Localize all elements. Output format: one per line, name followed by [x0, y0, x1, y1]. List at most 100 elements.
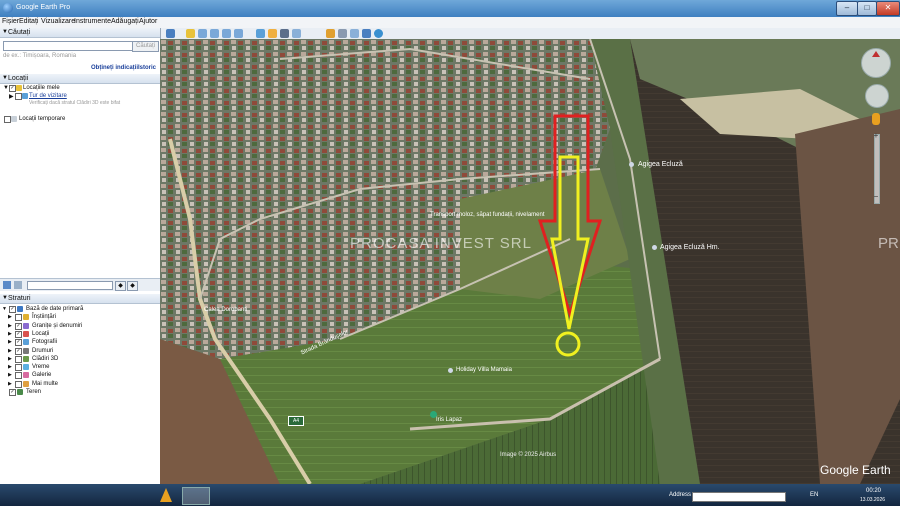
place-marker-icon[interactable]	[652, 245, 657, 250]
place-marker-icon[interactable]	[430, 411, 437, 418]
expand-icon[interactable]: ▼	[2, 306, 7, 312]
layer-checkbox[interactable]: ✓	[15, 322, 22, 330]
move-up-icon[interactable]: ◆	[115, 281, 126, 291]
history-link[interactable]: Istoric	[138, 65, 156, 71]
pan-control[interactable]	[865, 84, 889, 108]
places-header[interactable]: ▼ Locații	[0, 74, 160, 84]
street-view-pegman-icon[interactable]	[872, 113, 880, 125]
layer-checkbox[interactable]: ✓	[9, 389, 16, 396]
layer-label[interactable]: Bază de date primară	[26, 306, 83, 312]
temporary-places-label[interactable]: Locații temporare	[19, 116, 65, 122]
expand-icon[interactable]: ▶	[8, 331, 12, 337]
layer-label[interactable]: Galerie	[32, 372, 51, 378]
layer-checkbox[interactable]	[15, 355, 22, 363]
email-icon[interactable]	[326, 29, 335, 38]
layer-label[interactable]: Teren	[26, 389, 41, 395]
compass-control[interactable]	[861, 48, 891, 78]
menu-file[interactable]: Fișier	[2, 18, 19, 25]
menu-help[interactable]: Ajutor	[139, 18, 157, 25]
polygon-icon[interactable]	[198, 29, 207, 38]
layer-checkbox[interactable]: ✓	[15, 347, 22, 355]
layer-label[interactable]: Granițe și denumiri	[32, 323, 82, 329]
label-agigea-ecluza-hm[interactable]: Agigea Ecluză Hm.	[660, 244, 720, 251]
layer-checkbox[interactable]	[15, 372, 22, 380]
expand-icon[interactable]: ▶	[8, 381, 12, 387]
label-transport[interactable]: Transport moloz, săpat fundații, nivelam…	[430, 212, 545, 218]
maximize-button[interactable]: □	[857, 1, 877, 16]
layer-label[interactable]: Locații	[32, 331, 49, 337]
satellite-imagery[interactable]	[160, 39, 900, 484]
tour-link[interactable]: Tur de vizitare	[29, 93, 67, 99]
planet-icon[interactable]	[280, 29, 289, 38]
minimize-button[interactable]: –	[836, 1, 858, 16]
layer-checkbox[interactable]: ✓	[15, 339, 22, 347]
sidebar-toggle-icon[interactable]	[166, 29, 175, 38]
clock-time[interactable]: 00:20	[866, 488, 881, 494]
layer-label[interactable]: Clădiri 3D	[32, 356, 58, 362]
expand-icon[interactable]: ▶	[8, 339, 12, 345]
expand-icon[interactable]: ▶	[8, 372, 12, 378]
search-button[interactable]: Căutați	[132, 41, 159, 52]
place-marker-icon[interactable]	[629, 162, 634, 167]
my-places-checkbox[interactable]: ✓	[9, 85, 16, 92]
menu-add[interactable]: Adăugați	[111, 18, 139, 25]
search-hint: de ex.: Timișoara, Romania	[3, 53, 77, 59]
layer-checkbox[interactable]	[15, 364, 22, 372]
menu-tools[interactable]: Instrumente	[74, 18, 111, 25]
save-image-icon[interactable]	[350, 29, 359, 38]
ruler-icon[interactable]	[292, 29, 301, 38]
layer-checkbox[interactable]: ✓	[9, 306, 16, 313]
layer-label[interactable]: Drumuri	[32, 348, 53, 354]
address-input[interactable]	[692, 492, 786, 502]
places-filter-input[interactable]	[27, 281, 113, 290]
path-icon[interactable]	[210, 29, 219, 38]
expand-icon[interactable]: ▶	[8, 323, 12, 329]
search-input[interactable]	[3, 41, 133, 51]
tour-checkbox[interactable]	[15, 93, 22, 100]
tour-icon[interactable]	[234, 29, 243, 38]
expand-icon[interactable]: ▶	[8, 348, 12, 354]
label-agigea-ecluza[interactable]: Agigea Ecluză	[638, 161, 683, 168]
search-header[interactable]: ▼ Căutați	[0, 28, 160, 38]
layer-label[interactable]: Înștiințări	[32, 314, 56, 320]
clock-date[interactable]: 13.03.2026	[860, 497, 885, 503]
maps-icon[interactable]	[362, 29, 371, 38]
placemark-icon[interactable]	[186, 29, 195, 38]
vlc-icon[interactable]	[160, 488, 172, 502]
sunlight-icon[interactable]	[268, 29, 277, 38]
print-icon[interactable]	[338, 29, 347, 38]
taskbar: Address EN 00:20 13.03.2026	[0, 484, 900, 506]
menu-edit[interactable]: Editați	[19, 18, 38, 25]
zoom-out-icon[interactable]: −	[871, 193, 881, 201]
label-iris[interactable]: Iris Lapaz	[436, 417, 462, 423]
expand-icon[interactable]: ▶	[9, 93, 14, 100]
overlay-icon[interactable]	[222, 29, 231, 38]
expand-icon[interactable]: ▶	[8, 364, 12, 370]
earth-icon[interactable]	[374, 29, 383, 38]
language-indicator[interactable]: EN	[810, 492, 818, 498]
directions-link[interactable]: Obțineți indicații	[91, 65, 138, 71]
layer-checkbox[interactable]	[15, 314, 22, 322]
layers-header[interactable]: ▼ Straturi	[0, 294, 160, 304]
layer-icon	[23, 314, 29, 321]
layer-label[interactable]: Mai multe	[32, 381, 58, 387]
close-button[interactable]: ✕	[876, 1, 900, 16]
search-icon[interactable]	[3, 281, 11, 289]
move-down-icon[interactable]: ◆	[127, 281, 138, 291]
place-marker-icon[interactable]	[448, 368, 453, 373]
panel-icon[interactable]	[14, 281, 22, 289]
historical-imagery-icon[interactable]	[256, 29, 265, 38]
layer-label[interactable]: Fotografii	[32, 339, 57, 345]
layer-checkbox[interactable]	[15, 380, 22, 388]
layer-label[interactable]: Vreme	[32, 364, 49, 370]
label-holiday-villa[interactable]: Holiday Villa Mamaia	[456, 367, 512, 373]
expand-icon[interactable]: ▶	[8, 314, 12, 320]
menu-view[interactable]: Vizualizare	[41, 18, 75, 25]
temporary-places-checkbox[interactable]	[4, 116, 11, 123]
layer-checkbox[interactable]: ✓	[15, 330, 22, 338]
zoom-in-icon[interactable]: +	[871, 132, 881, 140]
google-earth-task-icon[interactable]	[182, 487, 210, 505]
expand-icon[interactable]: ▶	[8, 356, 12, 362]
my-places-label[interactable]: Locațiile mele	[23, 85, 60, 91]
map-view[interactable]: Agigea Ecluză Agigea Ecluză Hm. Transpor…	[160, 39, 900, 484]
